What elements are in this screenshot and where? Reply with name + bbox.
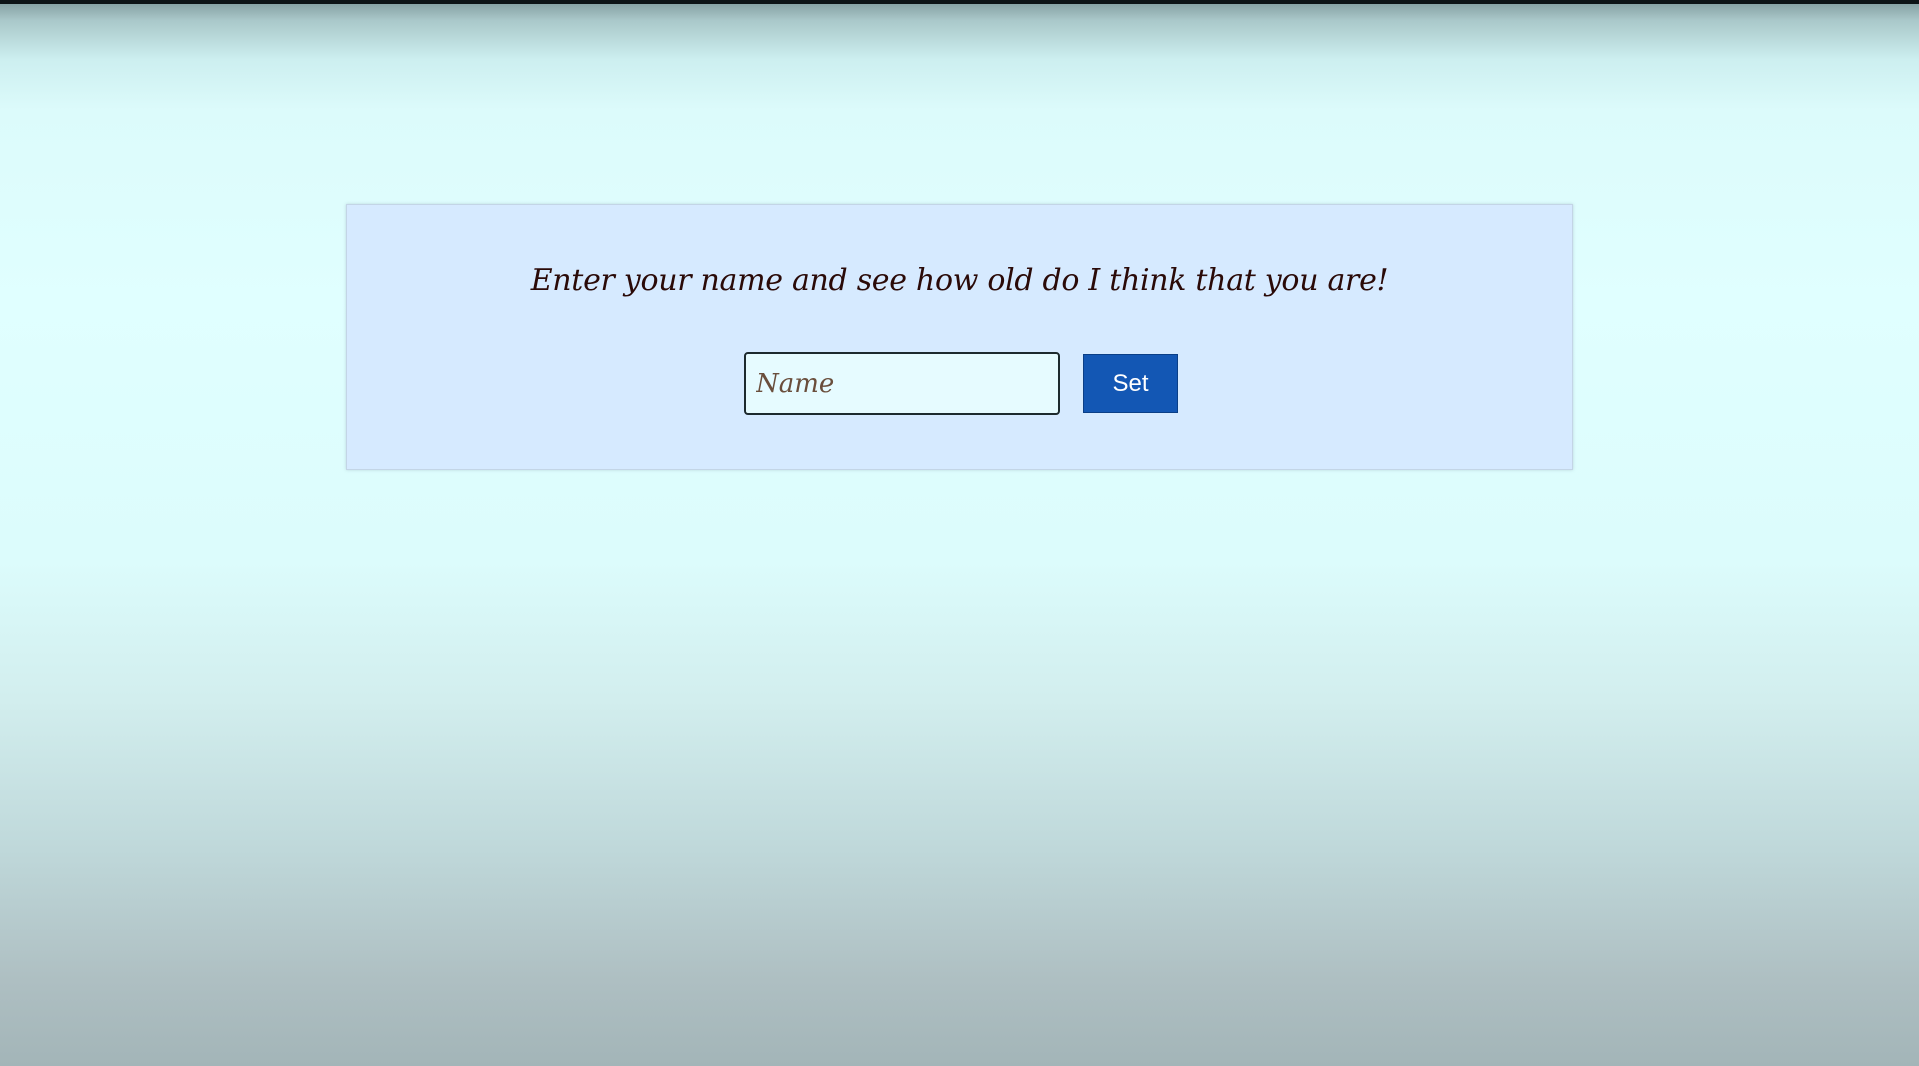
name-input[interactable] xyxy=(744,352,1060,415)
name-form-card: Enter your name and see how old do I thi… xyxy=(346,204,1573,470)
set-button[interactable]: Set xyxy=(1083,354,1178,413)
prompt-text: Enter your name and see how old do I thi… xyxy=(530,263,1389,298)
top-strip xyxy=(0,0,1919,4)
